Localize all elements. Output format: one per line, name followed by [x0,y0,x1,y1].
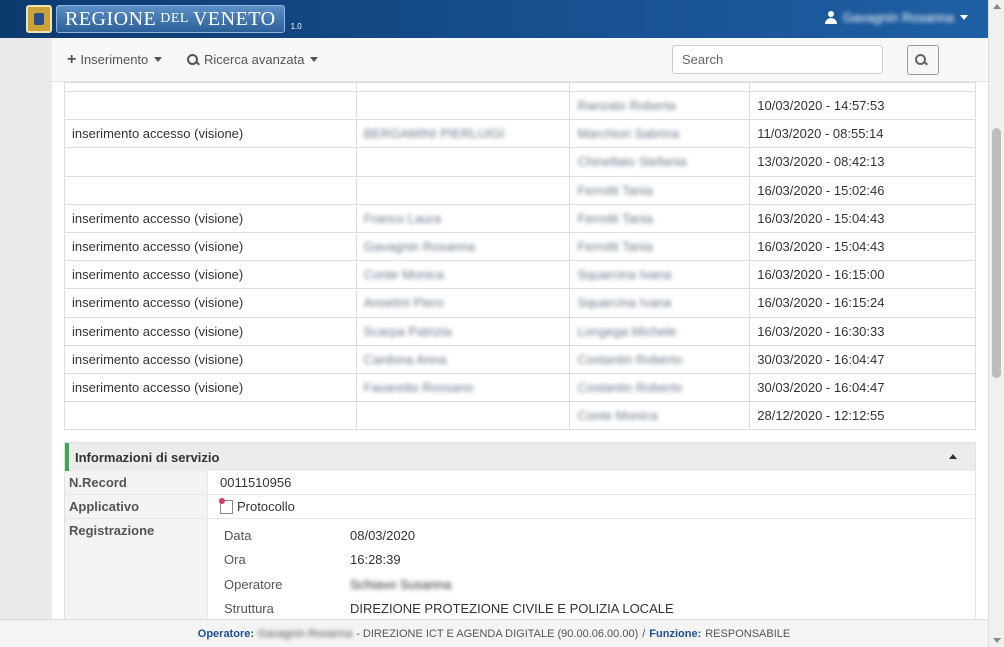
access-table: Ranzato Roberta 10/03/2020 - 14:57:53 in… [64,82,976,431]
search-input[interactable] [672,45,883,74]
footer-separator: / [642,627,646,640]
app-label: Applicativo [65,495,208,518]
main-panel: + Inserimento Ricerca avanzata Ranz [52,38,988,619]
regione-veneto-logo[interactable]: REGIONE DEL VENETO 1.0 [26,5,302,33]
table-row: Ranzato Roberta 10/03/2020 - 14:57:53 [64,90,976,121]
table-row: Ferrotti Tania 16/03/2020 - 15:02:46 [64,175,976,205]
logo-word-regione: REGIONE [65,7,157,30]
footer-function-label: Funzione: [649,627,702,640]
reg-structure-line: Struttura DIREZIONE PROTEZIONE CIVILE E … [224,597,674,620]
reg-date-value: 08/03/2020 [350,527,416,543]
search-icon [187,53,199,66]
table-row: Chinellato Stefania 13/03/2020 - 08:42:1… [64,147,976,177]
registration-details: Data 08/03/2020 Ora 16:28:39 Operatore S… [208,519,690,619]
table-row: inserimento accesso (visione) Anselmi Pi… [64,288,976,318]
app-row: Applicativo Protocollo [65,495,975,519]
insert-menu-label: Inserimento [80,52,149,67]
status-footer: Operatore: Gavagnin Rosanna - DIREZIONE … [0,619,988,647]
logo-word-veneto: VENETO [192,7,276,30]
reg-date-line: Data 08/03/2020 [224,523,674,548]
app-value: Protocollo [208,495,307,518]
insert-menu[interactable]: + Inserimento [67,51,163,68]
table-row: inserimento accesso (visione) Gavagnin R… [64,231,976,262]
plus-icon: + [67,51,77,68]
reg-time-value: 16:28:39 [350,552,401,568]
scroll-down-arrow-icon[interactable] [993,638,1001,643]
footer-department: - DIREZIONE ICT E AGENDA DIGITALE (90.00… [356,627,639,640]
table-row: Conte Monica 28/12/2020 - 12:12:55 [64,401,976,431]
advanced-search-label: Ricerca avanzata [204,52,305,67]
nrecord-label: N.Record [65,471,208,494]
reg-time-label: Ora [224,552,246,568]
scroll-up-arrow-icon[interactable] [993,4,1001,9]
user-name: Gavagnin Rosanna [842,10,954,25]
reg-structure-value: DIREZIONE PROTEZIONE CIVILE E POLIZIA LO… [350,601,674,617]
toolbar: + Inserimento Ricerca avanzata [52,38,988,82]
logo-word-del: DEL [160,11,189,26]
logo-text: REGIONE DEL VENETO [56,5,285,33]
reg-operator-line: Operatore Schiavo Susanna [224,572,674,597]
table-row: inserimento accesso (visione) Cardona An… [64,344,976,374]
chevron-down-icon [960,15,968,20]
reg-operator-value: Schiavo Susanna [350,576,452,592]
table-row: inserimento accesso (visione) BERGAMINI … [64,119,976,149]
lion-crest-icon [26,5,52,33]
table-row: inserimento accesso (visione) Favaretto … [64,372,976,403]
top-header: REGIONE DEL VENETO 1.0 Gavagnin Rosanna [0,0,988,38]
protocol-app-icon [219,497,233,514]
advanced-search-menu[interactable]: Ricerca avanzata [187,52,319,67]
user-menu[interactable]: Gavagnin Rosanna [824,10,968,25]
table-row: inserimento accesso (visione) Scarpa Pat… [64,316,976,346]
footer-operator-label: Operatore: [197,627,255,640]
search-icon [914,54,927,66]
service-info-title: Informazioni di servizio [75,449,220,465]
chevron-down-icon [154,57,163,62]
collapse-arrow-icon[interactable] [949,454,957,459]
page-scrollbar[interactable] [988,0,1004,647]
footer-operator-name: Gavagnin Rosanna [258,627,353,640]
reg-operator-label: Operatore [224,576,283,592]
table-row: inserimento accesso (visione) Franco Lau… [64,203,976,233]
app-version: 1.0 [290,21,302,31]
footer-function-value: RESPONSABILE [705,627,791,640]
reg-structure-label: Struttura [224,601,274,617]
registration-label: Registrazione [65,519,208,619]
service-info-section: Informazioni di servizio N.Record 001151… [64,442,976,619]
table-row: inserimento accesso (visione) Conte Moni… [64,260,976,290]
nrecord-value: 0011510956 [220,475,292,490]
user-icon [824,11,837,24]
search-button[interactable] [907,45,939,75]
app-value-text: Protocollo [237,499,295,514]
reg-date-label: Data [224,527,252,543]
service-info-header[interactable]: Informazioni di servizio [65,443,975,471]
nrecord-row: N.Record 0011510956 [65,471,975,495]
chevron-down-icon [310,57,319,62]
registration-row: Registrazione Data 08/03/2020 Ora 16:28:… [65,519,975,619]
reg-time-line: Ora 16:28:39 [224,548,674,573]
table-row [64,82,976,92]
scroll-thumb[interactable] [992,128,1001,378]
